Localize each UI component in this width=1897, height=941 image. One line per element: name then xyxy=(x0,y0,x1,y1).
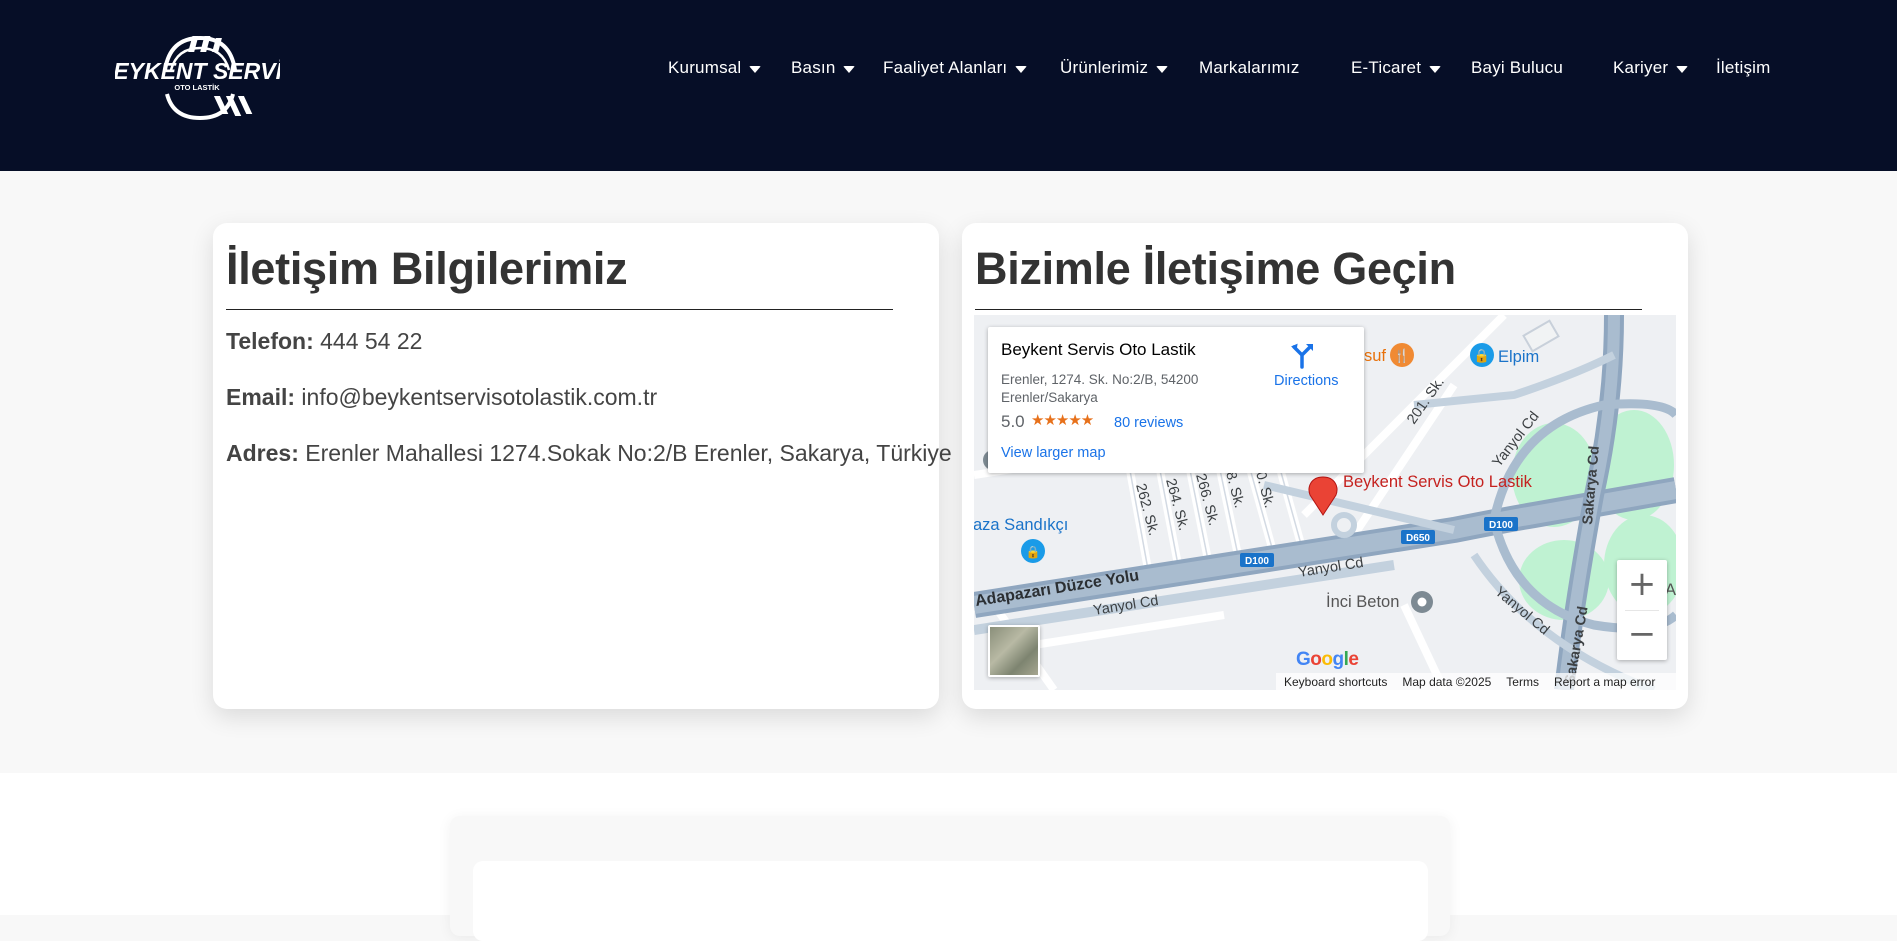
directions-link[interactable]: Directions xyxy=(1274,373,1338,389)
chevron-down-icon xyxy=(843,66,856,73)
phone-row: Telefon: 444 54 22 xyxy=(226,328,422,355)
main-nav: Kurumsal Basın Faaliyet Alanları Ürünler… xyxy=(0,58,1897,82)
restaurant-icon: 🍴 xyxy=(1394,348,1410,364)
shopping-bag-icon: 🔒 xyxy=(1026,545,1041,559)
google-logo: Google xyxy=(1296,649,1359,671)
satellite-toggle-button[interactable] xyxy=(988,625,1040,677)
chevron-down-icon xyxy=(1429,66,1442,73)
google-letter: o xyxy=(1310,649,1322,670)
directions-icon[interactable] xyxy=(1288,341,1316,369)
logo-tagline-text: OTO LASTİK xyxy=(174,83,220,92)
google-letter: g xyxy=(1332,649,1345,670)
nav-label: Basın xyxy=(791,58,836,77)
address-value: Erenler Mahallesi 1274.Sokak No:2/B Eren… xyxy=(305,440,952,466)
nav-label: İletişim xyxy=(1716,58,1771,77)
nav-label: E-Ticaret xyxy=(1351,58,1422,77)
nav-basin[interactable]: Basın xyxy=(791,58,856,78)
nav-iletisim[interactable]: İletişim xyxy=(1716,58,1771,78)
map-footer: Keyboard shortcuts Map data ©2025 Terms … xyxy=(1276,673,1676,690)
shield-d100: D100 xyxy=(1489,520,1513,531)
nav-label: Ürünlerimiz xyxy=(1060,58,1149,77)
shield-d650: D650 xyxy=(1406,533,1430,544)
poi-label-sandikci: aza Sandıkçı xyxy=(974,516,1068,534)
google-letter: e xyxy=(1348,649,1359,670)
phone-label: Telefon: xyxy=(226,328,314,354)
google-letter: G xyxy=(1296,649,1311,670)
place-info-card: Beykent Servis Oto Lastik Erenler, 1274.… xyxy=(988,327,1364,473)
title-divider xyxy=(975,309,1642,310)
zoom-in-button[interactable]: + xyxy=(1617,560,1667,610)
google-letter: o xyxy=(1321,649,1333,670)
contact-map-card: Bizimle İletişime Geçin Adapazarı Düzce … xyxy=(962,223,1688,709)
shield-d100: D100 xyxy=(1245,556,1269,567)
marker-label: Beykent Servis Oto Lastik xyxy=(1343,473,1533,491)
nav-label: Kurumsal xyxy=(668,58,742,77)
nav-urunlerimiz[interactable]: Ürünlerimiz xyxy=(1060,58,1169,78)
chevron-down-icon xyxy=(1676,66,1689,73)
shopping-bag-icon: 🔒 xyxy=(1474,348,1490,363)
chevron-down-icon xyxy=(1156,66,1169,73)
view-larger-map-link[interactable]: View larger map xyxy=(1001,445,1106,461)
phone-value[interactable]: 444 54 22 xyxy=(320,328,422,354)
email-row: Email: info@beykentservisotolastik.com.t… xyxy=(226,384,657,411)
site-header: BEYKENT SERVİS OTO LASTİK Kurumsal Basın… xyxy=(0,0,1897,171)
map-data-attribution: Map data ©2025 xyxy=(1402,674,1492,689)
zoom-out-button[interactable]: − xyxy=(1617,610,1667,660)
report-map-error-link[interactable]: Report a map error xyxy=(1554,675,1655,689)
nav-kurumsal[interactable]: Kurumsal xyxy=(668,58,762,78)
nav-markalarimiz[interactable]: Markalarımız xyxy=(1199,58,1300,78)
poi-label-inci-beton: İnci Beton xyxy=(1326,592,1399,611)
form-panel xyxy=(473,861,1428,941)
nav-label: Kariyer xyxy=(1613,58,1669,77)
terms-link[interactable]: Terms xyxy=(1506,675,1539,689)
place-address: Erenler, 1274. Sk. No:2/B, 54200 Erenler… xyxy=(1001,372,1199,405)
nav-faaliyet-alanlari[interactable]: Faaliyet Alanları xyxy=(883,58,1028,78)
nav-kariyer[interactable]: Kariyer xyxy=(1613,58,1689,78)
poi-label-elpim: Elpim xyxy=(1498,348,1539,366)
nav-label: Faaliyet Alanları xyxy=(883,58,1008,77)
email-label: Email: xyxy=(226,384,296,410)
embedded-map[interactable]: Adapazarı Düzce Yolu Yanyol Cd Yanyol Cd… xyxy=(974,315,1676,690)
nav-label: Markalarımız xyxy=(1199,58,1300,77)
keyboard-shortcuts-link[interactable]: Keyboard shortcuts xyxy=(1284,675,1387,689)
title-divider xyxy=(226,309,893,310)
contact-map-title: Bizimle İletişime Geçin xyxy=(975,243,1456,294)
star-rating-icon: ★★★★★ xyxy=(1031,412,1094,429)
zoom-controls: + − xyxy=(1617,560,1667,660)
address-label: Adres: xyxy=(226,440,299,466)
chevron-down-icon xyxy=(1015,66,1028,73)
contact-info-title: İletişim Bilgilerimiz xyxy=(226,243,628,294)
place-rating: 5.0 xyxy=(1001,412,1025,431)
nav-label: Bayi Bulucu xyxy=(1471,58,1563,77)
email-value[interactable]: info@beykentservisotolastik.com.tr xyxy=(301,384,657,410)
nav-e-ticaret[interactable]: E-Ticaret xyxy=(1351,58,1442,78)
address-row: Adres: Erenler Mahallesi 1274.Sokak No:2… xyxy=(226,440,952,467)
nav-bayi-bulucu[interactable]: Bayi Bulucu xyxy=(1471,58,1563,78)
contact-info-card: İletişim Bilgilerimiz Telefon: 444 54 22… xyxy=(213,223,952,709)
reviews-link[interactable]: 80 reviews xyxy=(1114,415,1183,431)
chevron-down-icon xyxy=(749,66,762,73)
poi-label-yusuf: suf xyxy=(1364,347,1386,365)
place-name: Beykent Servis Oto Lastik xyxy=(1001,340,1196,359)
